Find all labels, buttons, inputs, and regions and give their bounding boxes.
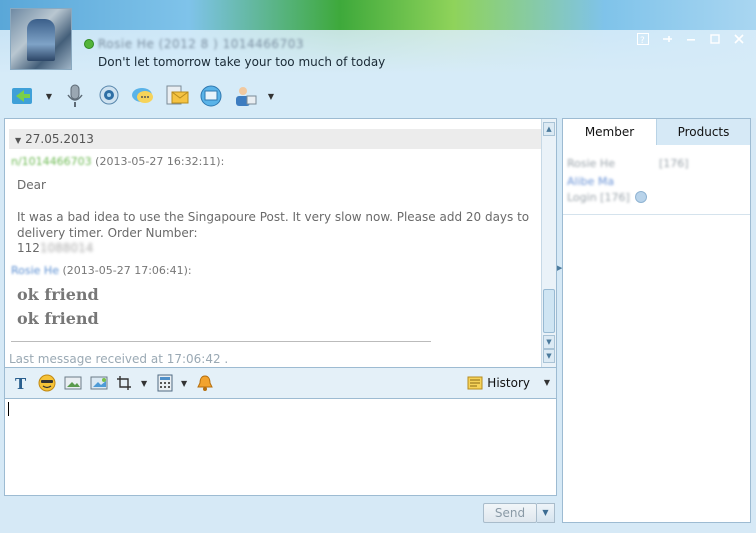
date-header-label: 27.05.2013: [25, 132, 94, 146]
message-input[interactable]: [4, 398, 557, 496]
chat-bubble-icon[interactable]: [128, 81, 158, 111]
info-tabs: Member Products: [563, 119, 750, 145]
scroll-up-icon[interactable]: ▲: [543, 122, 555, 136]
collapse-arrow-icon[interactable]: ▼: [15, 136, 21, 145]
svg-text:T: T: [15, 375, 27, 391]
pin-icon[interactable]: [658, 33, 676, 47]
message-line: Dear: [17, 178, 46, 192]
member-link[interactable]: Alibe Ma: [567, 175, 614, 188]
member-info: Rosie He [176] Alibe Ma Login [176]: [563, 145, 750, 215]
help-icon[interactable]: ?: [634, 33, 652, 47]
send-options-dropdown-icon[interactable]: ▼: [537, 503, 555, 523]
screen-share-icon[interactable]: [196, 81, 226, 111]
date-header[interactable]: ▼ 27.05.2013: [9, 129, 542, 149]
transfer-icon[interactable]: [8, 81, 38, 111]
chat-scrollbar[interactable]: ▲ ▼ ▼: [541, 119, 556, 367]
message-line: It was a bad idea to use the Singapoure …: [17, 210, 530, 224]
history-icon: [467, 376, 483, 390]
avatar[interactable]: [10, 8, 72, 70]
last-message-status: Last message received at 17:06:42 .: [9, 352, 229, 366]
message-sender[interactable]: Rosie He: [11, 264, 59, 277]
status-message: Don't let tomorrow take your too much of…: [98, 55, 386, 69]
emoticon-icon[interactable]: [37, 373, 57, 393]
member-name: Rosie He: [567, 157, 615, 170]
window-controls: ?: [634, 33, 748, 47]
send-button[interactable]: Send: [483, 503, 537, 523]
format-toolbar: T ▼ ▼ History ▼: [4, 368, 557, 398]
message-meta: Rosie He (2013-05-27 17:06:41):: [11, 264, 192, 277]
divider: [11, 341, 431, 342]
tab-member[interactable]: Member: [563, 119, 656, 145]
history-dropdown-icon[interactable]: ▼: [544, 373, 550, 393]
calculator-icon[interactable]: [155, 373, 175, 393]
text-caret: [8, 402, 9, 416]
info-panel: Member Products Rosie He [176] Alibe Ma …: [562, 118, 751, 523]
close-icon[interactable]: [730, 33, 748, 47]
history-label: History: [487, 376, 530, 390]
contact-name[interactable]: Rosie He (2012 8 ) 1014466703: [98, 37, 304, 51]
chat-history[interactable]: ▼ 27.05.2013 n/1014466703 (2013-05-27 16:…: [4, 118, 557, 368]
message-timestamp: (2013-05-27 16:32:11):: [95, 155, 225, 168]
scroll-thumb[interactable]: [543, 289, 555, 333]
member-rating: [176]: [659, 157, 689, 170]
message-meta: n/1014466703 (2013-05-27 16:32:11):: [11, 155, 224, 168]
more-dropdown-icon[interactable]: ▼: [264, 81, 278, 111]
message-line: ok friend: [17, 309, 99, 328]
scroll-bottom-icon[interactable]: ▼: [543, 349, 555, 363]
scroll-down-icon[interactable]: ▼: [543, 335, 555, 349]
font-icon[interactable]: T: [11, 373, 31, 393]
svg-text:?: ?: [640, 36, 645, 45]
picture-add-icon[interactable]: [89, 373, 109, 393]
microphone-icon[interactable]: [60, 81, 90, 111]
history-button[interactable]: History: [467, 373, 530, 393]
order-number: 1121088014: [17, 240, 93, 256]
message-sender[interactable]: n/1014466703: [11, 155, 92, 168]
contacts-icon[interactable]: [230, 81, 260, 111]
screenshot-icon[interactable]: [115, 373, 135, 393]
image-icon[interactable]: [63, 373, 83, 393]
message-line: ok friend: [17, 285, 99, 304]
maximize-icon[interactable]: [706, 33, 724, 47]
webcam-icon[interactable]: [94, 81, 124, 111]
bell-icon[interactable]: [195, 373, 215, 393]
minimize-icon[interactable]: [682, 33, 700, 47]
message-line: delivery timer. Order Number:: [17, 226, 198, 240]
main-toolbar: ▼ ▼: [0, 74, 756, 118]
order-number-hidden: 1088014: [39, 241, 94, 255]
tab-products[interactable]: Products: [656, 119, 750, 145]
transfer-dropdown-icon[interactable]: ▼: [42, 81, 56, 111]
email-icon[interactable]: [162, 81, 192, 111]
message-timestamp: (2013-05-27 17:06:41):: [62, 264, 192, 277]
online-status-icon: [84, 39, 94, 49]
info-icon[interactable]: [635, 191, 647, 203]
screenshot-dropdown-icon[interactable]: ▼: [141, 379, 149, 388]
calculator-dropdown-icon[interactable]: ▼: [181, 379, 189, 388]
order-number-prefix: 112: [17, 241, 40, 255]
member-login: Login [176]: [567, 191, 630, 204]
